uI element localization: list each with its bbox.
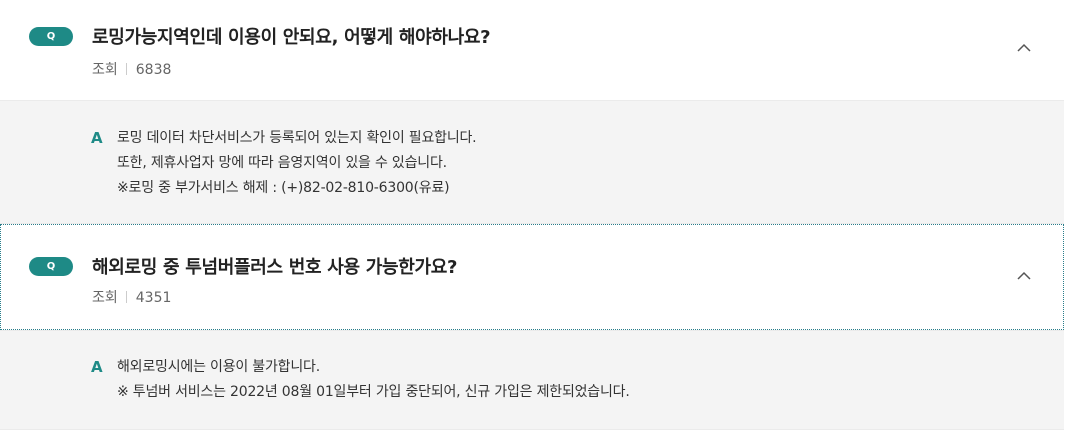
question-title[interactable]: 해외로밍 중 투넘버플러스 번호 사용 가능한가요? xyxy=(92,253,457,279)
answer-badge: A xyxy=(91,129,103,147)
views-value: 4351 xyxy=(135,290,172,306)
faq-question-row[interactable]: Q 로밍가능지역인데 이용이 안되요, 어떻게 해야하나요? 조회 6838 xyxy=(0,0,1064,100)
views-value: 6838 xyxy=(135,62,172,78)
answer-line: 해외로밍시에는 이용이 불가합니다. xyxy=(117,359,320,375)
question-badge: Q xyxy=(29,257,73,276)
faq-answer: A 해외로밍시에는 이용이 불가합니다. ※ 투넘버 서비스는 2022년 08… xyxy=(0,330,1064,430)
question-title[interactable]: 로밍가능지역인데 이용이 안되요, 어떻게 해야하나요? xyxy=(92,23,491,49)
divider xyxy=(125,63,127,75)
answer-line: ※로밍 중 부가서비스 해제 : (+)82-02-810-6300(유료) xyxy=(117,180,450,196)
faq-answer: A 로밍 데이터 차단서비스가 등록되어 있는지 확인이 필요합니다. 또한, … xyxy=(0,100,1064,224)
views-label: 조회 xyxy=(92,62,118,78)
answer-text: 로밍 데이터 차단서비스가 등록되어 있는지 확인이 필요합니다. 또한, 제휴… xyxy=(117,126,477,201)
question-badge: Q xyxy=(29,27,73,46)
faq-item: Q 해외로밍 중 투넘버플러스 번호 사용 가능한가요? 조회 4351 A 해외… xyxy=(0,224,1064,430)
answer-badge: A xyxy=(91,358,103,376)
view-count: 조회 4351 xyxy=(92,287,171,307)
answer-line: ※ 투넘버 서비스는 2022년 08월 01일부터 가입 중단되어, 신규 가… xyxy=(117,384,630,400)
divider xyxy=(125,291,127,303)
chevron-up-icon[interactable] xyxy=(1016,268,1032,284)
views-label: 조회 xyxy=(92,290,118,306)
faq-item: Q 로밍가능지역인데 이용이 안되요, 어떻게 해야하나요? 조회 6838 A … xyxy=(0,0,1064,224)
answer-text: 해외로밍시에는 이용이 불가합니다. ※ 투넘버 서비스는 2022년 08월 … xyxy=(117,355,630,405)
chevron-up-icon[interactable] xyxy=(1016,40,1032,56)
answer-line: 로밍 데이터 차단서비스가 등록되어 있는지 확인이 필요합니다. xyxy=(117,130,477,146)
view-count: 조회 6838 xyxy=(92,59,171,79)
faq-question-row[interactable]: Q 해외로밍 중 투넘버플러스 번호 사용 가능한가요? 조회 4351 xyxy=(0,224,1064,330)
answer-line: 또한, 제휴사업자 망에 따라 음영지역이 있을 수 있습니다. xyxy=(117,155,447,171)
